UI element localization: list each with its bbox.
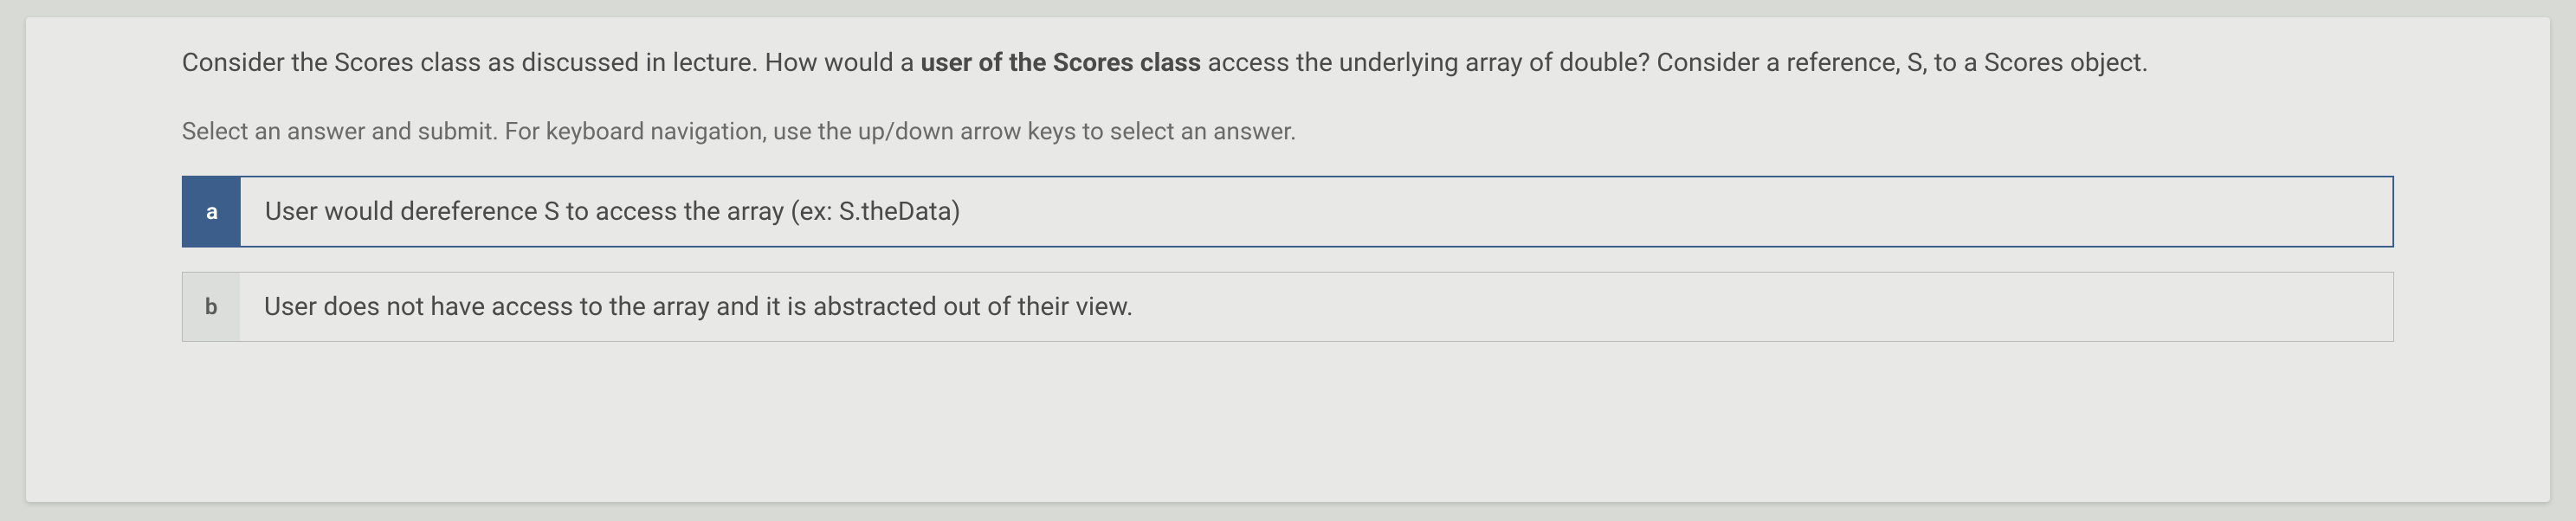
question-part1: Consider the Scores class as discussed i… [182, 48, 920, 78]
option-key-a: a [184, 177, 241, 246]
question-part2: access the underlying array of double? C… [1201, 48, 2148, 78]
option-text-a: User would dereference S to access the a… [241, 177, 2392, 246]
instruction-text: Select an answer and submit. For keyboar… [182, 117, 2394, 145]
options-container: a User would dereference S to access the… [182, 176, 2394, 342]
question-text: Consider the Scores class as discussed i… [182, 43, 2394, 82]
content-wrapper: Consider the Scores class as discussed i… [26, 43, 2550, 342]
option-key-b: b [183, 273, 240, 341]
option-text-b: User does not have access to the array a… [240, 273, 2393, 341]
option-b[interactable]: b User does not have access to the array… [182, 272, 2394, 342]
quiz-card: Consider the Scores class as discussed i… [26, 17, 2550, 502]
option-a[interactable]: a User would dereference S to access the… [182, 176, 2394, 248]
question-bold: user of the Scores class [920, 48, 1201, 78]
